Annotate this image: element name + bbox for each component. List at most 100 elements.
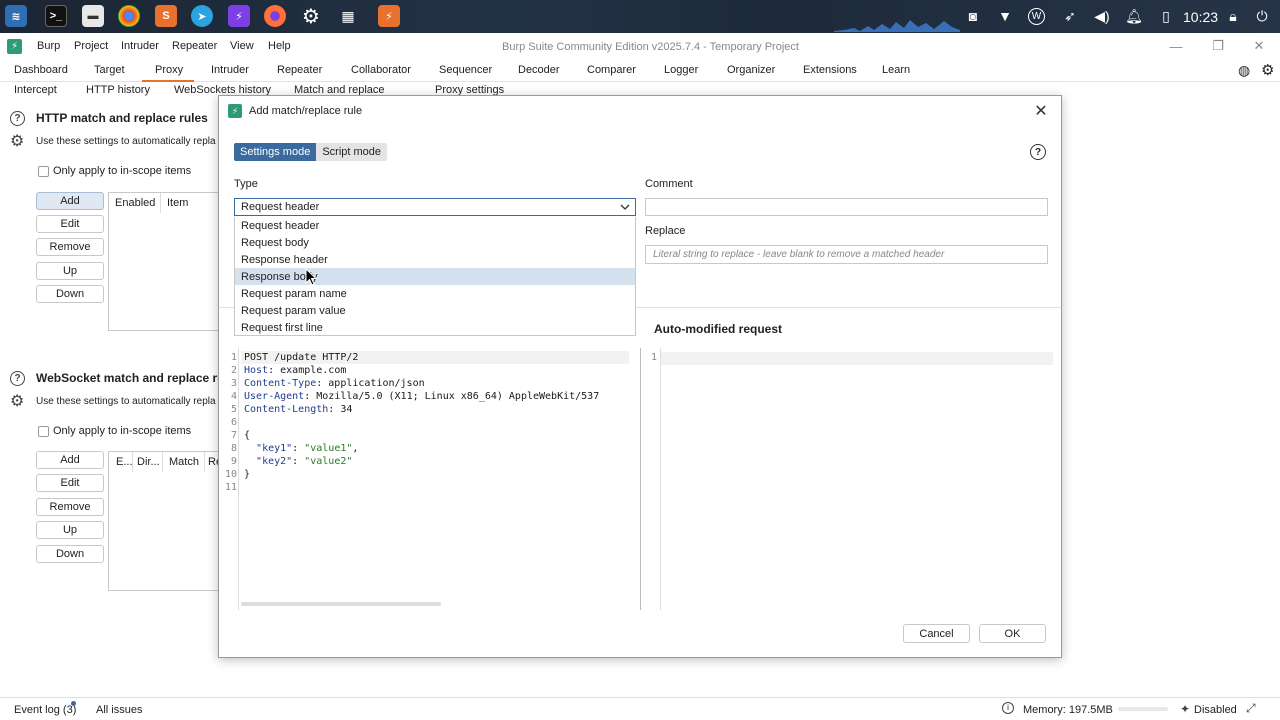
- ai-disabled-status[interactable]: Disabled: [1194, 704, 1237, 716]
- file-manager-icon[interactable]: ▬: [82, 5, 104, 27]
- bolt-app-icon[interactable]: ⚡: [228, 5, 250, 27]
- tab-proxy[interactable]: Proxy: [155, 64, 183, 76]
- tab-target[interactable]: Target: [94, 64, 125, 76]
- gear-icon[interactable]: ⚙: [10, 131, 24, 151]
- close-window-icon[interactable]: ✕: [1249, 37, 1269, 55]
- gear-icon[interactable]: ⚙: [10, 391, 24, 411]
- menu-burp[interactable]: Burp: [37, 40, 60, 52]
- minimize-icon[interactable]: —: [1166, 37, 1186, 55]
- menu-repeater[interactable]: Repeater: [172, 40, 217, 52]
- column-header[interactable]: Match: [163, 452, 205, 472]
- ok-button[interactable]: OK: [979, 624, 1046, 643]
- option-response-body[interactable]: Response body: [235, 268, 635, 285]
- ws-up-button[interactable]: Up: [36, 521, 104, 539]
- horizontal-scrollbar[interactable]: [241, 602, 441, 606]
- tab-intruder[interactable]: Intruder: [211, 64, 249, 76]
- tab-repeater[interactable]: Repeater: [277, 64, 322, 76]
- code-line[interactable]: }: [244, 469, 250, 482]
- code-line[interactable]: POST /update HTTP/2: [244, 352, 358, 365]
- firefox-icon[interactable]: [264, 5, 286, 27]
- option-request-first-line[interactable]: Request first line: [235, 319, 635, 336]
- http-remove-button[interactable]: Remove: [36, 238, 104, 256]
- code-line[interactable]: Content-Type: application/json: [244, 378, 425, 391]
- original-request-editor[interactable]: POST /update HTTP/2 Host: example.com Cont…: [219, 348, 639, 610]
- http-up-button[interactable]: Up: [36, 262, 104, 280]
- column-header[interactable]: Enabled: [109, 193, 161, 213]
- menu-intruder[interactable]: Intruder: [121, 40, 159, 52]
- chrome-icon[interactable]: [118, 5, 140, 27]
- event-log-link[interactable]: Event log (3): [14, 704, 76, 716]
- all-issues-link[interactable]: All issues: [96, 704, 142, 716]
- expand-icon[interactable]: ⤢: [1246, 701, 1256, 716]
- close-icon[interactable]: ✕: [1031, 101, 1051, 121]
- sublime-icon[interactable]: S: [155, 5, 177, 27]
- column-header[interactable]: Item: [161, 193, 221, 213]
- restore-icon[interactable]: ❐: [1208, 37, 1228, 55]
- http-edit-button[interactable]: Edit: [36, 215, 104, 233]
- option-request-param-name[interactable]: Request param name: [235, 285, 635, 302]
- screen-recorder-icon[interactable]: ▦: [337, 5, 359, 27]
- help-icon[interactable]: ?: [10, 371, 25, 386]
- notification-bell-icon[interactable]: 🔔︎: [1125, 8, 1143, 24]
- wifi-icon[interactable]: ▼: [996, 8, 1014, 24]
- ws-rules-table[interactable]: E... Dir... Match Re: [108, 451, 222, 591]
- brightness-icon[interactable]: ➶: [1061, 8, 1079, 24]
- type-dropdown-list[interactable]: Request header Request body Response hea…: [234, 217, 636, 336]
- menu-project[interactable]: Project: [74, 40, 108, 52]
- w-app-icon[interactable]: W: [1028, 8, 1045, 25]
- cancel-button[interactable]: Cancel: [903, 624, 970, 643]
- code-line[interactable]: "key2": "value2": [244, 456, 352, 469]
- terminal-icon[interactable]: >_: [45, 5, 67, 27]
- ws-remove-button[interactable]: Remove: [36, 498, 104, 516]
- help-icon[interactable]: ?: [10, 111, 25, 126]
- tab-extensions[interactable]: Extensions: [803, 64, 857, 76]
- camera-icon[interactable]: ◙: [964, 8, 982, 24]
- globe-icon[interactable]: ◍: [1238, 62, 1250, 79]
- tab-learn[interactable]: Learn: [882, 64, 910, 76]
- checkbox[interactable]: [38, 165, 49, 177]
- tab-decoder[interactable]: Decoder: [518, 64, 560, 76]
- power-icon[interactable]: ⏻: [1253, 8, 1271, 24]
- ws-down-button[interactable]: Down: [36, 545, 104, 563]
- code-line[interactable]: {: [244, 430, 250, 443]
- code-line[interactable]: Content-Length: 34: [244, 404, 352, 417]
- ws-scope-checkbox[interactable]: Only apply to in-scope items: [38, 425, 191, 437]
- help-icon[interactable]: ?: [1030, 144, 1046, 160]
- tab-organizer[interactable]: Organizer: [727, 64, 775, 76]
- tab-comparer[interactable]: Comparer: [587, 64, 636, 76]
- menu-help[interactable]: Help: [268, 40, 291, 52]
- burp-taskbar-icon[interactable]: ⚡: [378, 5, 400, 27]
- lock-icon[interactable]: 🔒︎: [1224, 8, 1242, 24]
- http-scope-checkbox[interactable]: Only apply to in-scope items: [38, 165, 191, 177]
- option-request-header[interactable]: Request header: [235, 217, 635, 234]
- code-line[interactable]: "key1": "value1",: [244, 443, 358, 456]
- http-add-button[interactable]: Add: [36, 192, 104, 210]
- script-mode-button[interactable]: Script mode: [316, 143, 388, 161]
- http-rules-table[interactable]: Enabled Item: [108, 192, 220, 331]
- option-request-body[interactable]: Request body: [235, 234, 635, 251]
- column-header[interactable]: E...: [109, 452, 133, 472]
- tab-logger[interactable]: Logger: [664, 64, 698, 76]
- settings-mode-button[interactable]: Settings mode: [234, 143, 317, 161]
- auto-modified-request-editor[interactable]: 1: [640, 348, 1061, 610]
- column-header[interactable]: Dir...: [133, 452, 163, 472]
- telegram-icon[interactable]: ➤: [191, 5, 213, 27]
- replace-input[interactable]: Literal string to replace - leave blank …: [645, 245, 1048, 264]
- info-icon[interactable]: i: [1002, 702, 1014, 714]
- clipboard-icon[interactable]: ▯: [1157, 8, 1175, 24]
- clock[interactable]: 10:23: [1183, 9, 1218, 25]
- code-line[interactable]: Host: example.com: [244, 365, 346, 378]
- option-request-param-value[interactable]: Request param value: [235, 302, 635, 319]
- tab-dashboard[interactable]: Dashboard: [14, 64, 68, 76]
- ws-add-button[interactable]: Add: [36, 451, 104, 469]
- option-response-header[interactable]: Response header: [235, 251, 635, 268]
- tab-collaborator[interactable]: Collaborator: [351, 64, 411, 76]
- comment-input[interactable]: [645, 198, 1048, 216]
- subtab-intercept[interactable]: Intercept: [14, 84, 57, 96]
- volume-icon[interactable]: ◀): [1093, 8, 1111, 24]
- type-select[interactable]: Request header: [234, 198, 636, 216]
- tab-sequencer[interactable]: Sequencer: [439, 64, 492, 76]
- app-launcher-icon[interactable]: ≋: [5, 5, 27, 27]
- ws-edit-button[interactable]: Edit: [36, 474, 104, 492]
- subtab-http-history[interactable]: HTTP history: [86, 84, 150, 96]
